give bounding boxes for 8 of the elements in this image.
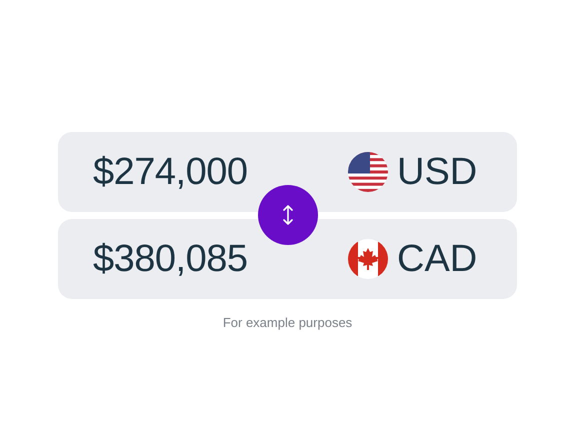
currency-code: USD [397, 150, 477, 194]
caption-text: For example purposes [222, 315, 352, 330]
flag-icon [348, 152, 388, 192]
swap-icon [282, 205, 294, 225]
amount-text: $274,000 [93, 150, 248, 194]
flag-icon [348, 239, 388, 279]
amount-text: $380,085 [93, 238, 248, 280]
currency-code: CAD [397, 238, 477, 280]
